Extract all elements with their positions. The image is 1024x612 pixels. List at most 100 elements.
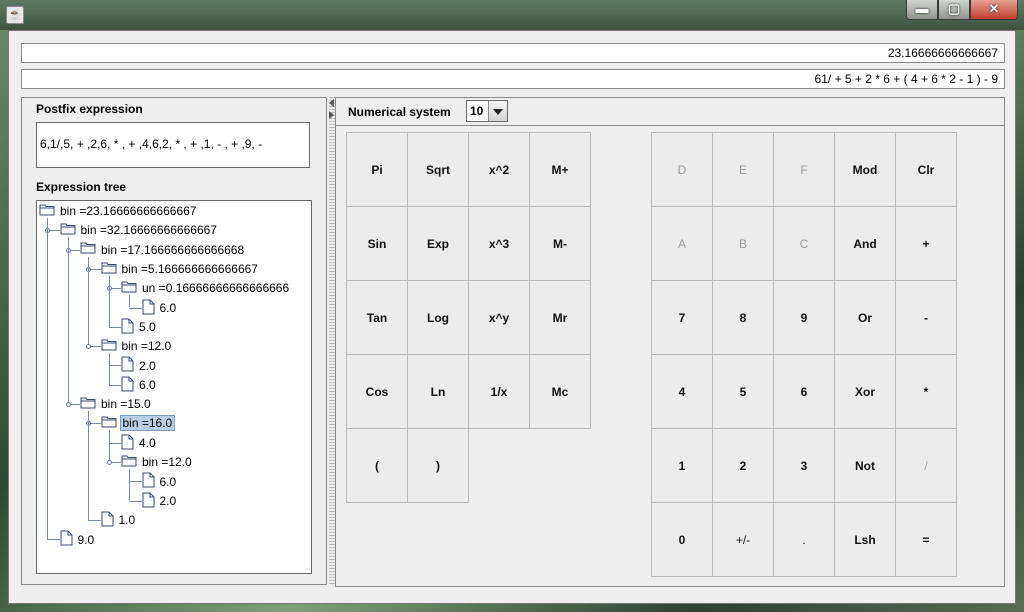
- tree-leaf[interactable]: 2.0: [142, 492, 179, 510]
- numsys-label: Numerical system: [348, 105, 451, 119]
- tree-leaf[interactable]: 6.0: [142, 472, 179, 490]
- equals-key[interactable]: =: [895, 502, 957, 577]
- open-paren-key[interactable]: (: [346, 428, 408, 503]
- tree-connector: [129, 481, 142, 483]
- tree-leaf[interactable]: 5.0: [121, 318, 158, 336]
- lsh-key[interactable]: Lsh: [834, 502, 896, 577]
- tree-leaf[interactable]: 1.0: [101, 511, 138, 529]
- xor-key[interactable]: Xor: [834, 354, 896, 429]
- tree-connector: [108, 430, 110, 462]
- numsys-select[interactable]: 10: [466, 100, 508, 122]
- collapse-right-icon[interactable]: [329, 111, 334, 119]
- file-icon: [60, 530, 73, 551]
- 7-key[interactable]: 7: [651, 280, 713, 355]
- 4-key[interactable]: 4: [651, 354, 713, 429]
- tree-node[interactable]: bin =5.166666666666667: [101, 260, 260, 278]
- a-key[interactable]: A: [651, 206, 713, 281]
- d-key[interactable]: D: [651, 132, 713, 207]
- tree-connector: [47, 218, 48, 540]
- close-paren-key[interactable]: ): [407, 428, 469, 503]
- plus-key[interactable]: +: [895, 206, 957, 281]
- decimal-key[interactable]: .: [773, 502, 835, 577]
- 9-key[interactable]: 9: [773, 280, 835, 355]
- collapse-left-icon[interactable]: [329, 99, 334, 107]
- cos-key[interactable]: Cos: [346, 354, 408, 429]
- expression-tree[interactable]: bin =23.16666666666667 bin =32.1666666666…: [36, 200, 312, 574]
- tree-node-label: 4.0: [139, 436, 156, 451]
- mod-key[interactable]: Mod: [834, 132, 896, 207]
- exp-key[interactable]: Exp: [407, 206, 469, 281]
- tree-node-label: 6.0: [159, 474, 177, 489]
- tree-node[interactable]: un =0.16666666666666666: [121, 279, 291, 297]
- tree-connector: [88, 256, 89, 347]
- 3-key[interactable]: 3: [773, 428, 835, 503]
- numsys-value: 10: [470, 104, 484, 118]
- 1-key[interactable]: 1: [651, 428, 713, 503]
- log-key[interactable]: Log: [407, 280, 469, 355]
- reciprocal-key[interactable]: 1/x: [468, 354, 530, 429]
- ln-key[interactable]: Ln: [407, 354, 469, 429]
- tree-connector: [129, 468, 130, 501]
- tree-leaf[interactable]: 6.0: [121, 376, 158, 394]
- m-minus-key[interactable]: M-: [529, 206, 591, 281]
- window-controls: ▬ ▢ ✕: [906, 0, 1018, 20]
- tree-node[interactable]: bin =16.0: [101, 414, 176, 432]
- tree-node[interactable]: bin =12.0: [121, 453, 194, 471]
- file-icon: [121, 434, 134, 455]
- file-icon: [142, 492, 155, 513]
- not-key[interactable]: Not: [834, 428, 896, 503]
- tree-node[interactable]: bin =32.16666666666667: [60, 221, 219, 239]
- postfix-field[interactable]: 6,1/,5, + ,2,6, * , + ,4,6,2, * , + ,1, …: [36, 122, 310, 168]
- maximize-button[interactable]: ▢: [938, 0, 970, 20]
- tree-connector: [108, 365, 121, 367]
- 5-key[interactable]: 5: [712, 354, 774, 429]
- numeric-keypad: D E F Mod Clr A B C And +7 8 9 Or - 4 5 6 Xor * 1 2 3 Not/ 0 +/-…: [651, 132, 957, 577]
- tree-leaf[interactable]: 6.0: [142, 299, 179, 317]
- clr-key[interactable]: Clr: [895, 132, 957, 207]
- tree-connector: [129, 500, 142, 502]
- and-key[interactable]: And: [834, 206, 896, 281]
- tree-leaf[interactable]: 4.0: [121, 434, 158, 452]
- divide-key[interactable]: /: [895, 428, 957, 503]
- tree-node[interactable]: bin =15.0: [80, 395, 153, 413]
- chevron-down-icon[interactable]: [488, 101, 507, 121]
- pi-key[interactable]: Pi: [346, 132, 408, 207]
- tree-leaf[interactable]: 2.0: [121, 356, 158, 374]
- or-key[interactable]: Or: [834, 280, 896, 355]
- tree-connector: [129, 295, 130, 308]
- mc-key[interactable]: Mc: [529, 354, 591, 429]
- sin-key[interactable]: Sin: [346, 206, 408, 281]
- tan-key[interactable]: Tan: [346, 280, 408, 355]
- tree-node-label: bin =12.0: [142, 454, 192, 469]
- expand-toggle-icon[interactable]: [106, 459, 112, 465]
- minus-key[interactable]: -: [895, 280, 957, 355]
- multiply-key[interactable]: *: [895, 354, 957, 429]
- file-icon: [101, 511, 114, 532]
- negate-key[interactable]: +/-: [712, 502, 774, 577]
- 2-key[interactable]: 2: [712, 428, 774, 503]
- square-key[interactable]: x^2: [468, 132, 530, 207]
- tree-leaf[interactable]: 9.0: [60, 530, 97, 548]
- 8-key[interactable]: 8: [712, 280, 774, 355]
- mr-key[interactable]: Mr: [529, 280, 591, 355]
- tree-node[interactable]: bin =12.0: [101, 337, 174, 355]
- cube-key[interactable]: x^3: [468, 206, 530, 281]
- f-key[interactable]: F: [773, 132, 835, 207]
- expand-toggle-icon[interactable]: [65, 402, 71, 407]
- tree-node[interactable]: bin =23.16666666666667: [39, 202, 198, 220]
- expand-toggle-icon[interactable]: [86, 344, 91, 350]
- minimize-button[interactable]: ▬: [906, 0, 938, 20]
- e-key[interactable]: E: [712, 132, 774, 207]
- result-display[interactable]: 23.16666666666667: [21, 43, 1005, 63]
- b-key[interactable]: B: [712, 206, 774, 281]
- 6-key[interactable]: 6: [773, 354, 835, 429]
- close-button[interactable]: ✕: [970, 0, 1018, 20]
- tree-node[interactable]: bin =17.166666666666668: [80, 241, 246, 259]
- power-key[interactable]: x^y: [468, 280, 530, 355]
- tree-node-label: bin =16.0: [119, 415, 176, 432]
- expression-display[interactable]: 61/ + 5 + 2 * 6 + ( 4 + 6 * 2 - 1 ) - 9: [21, 69, 1005, 89]
- sqrt-key[interactable]: Sqrt: [407, 132, 469, 207]
- 0-key[interactable]: 0: [651, 502, 713, 577]
- c-key[interactable]: C: [773, 206, 835, 281]
- m-plus-key[interactable]: M+: [529, 132, 591, 207]
